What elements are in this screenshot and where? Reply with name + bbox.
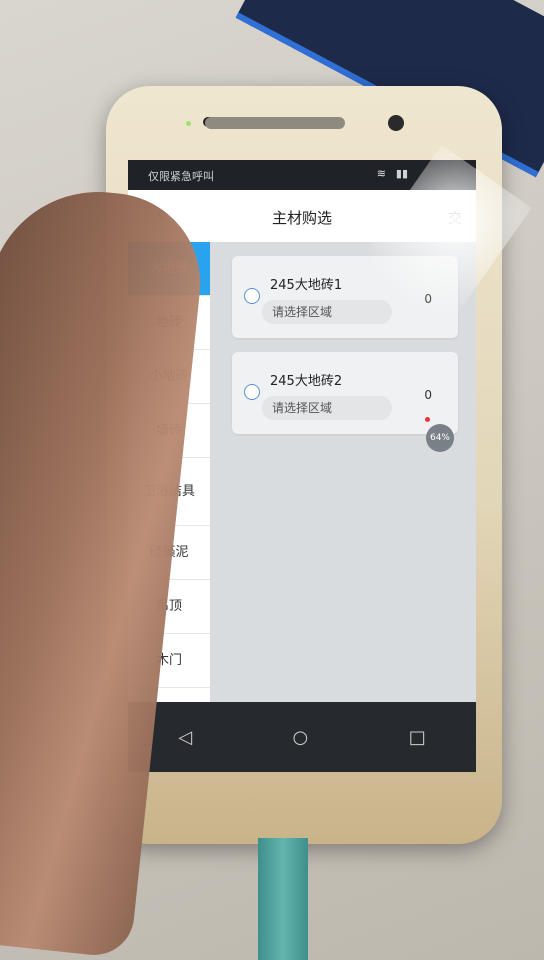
recents-nav-icon[interactable]: □ [409, 727, 426, 748]
light-sensor [186, 121, 191, 126]
product-card[interactable]: 245大地砖2 请选择区域 0 [232, 352, 458, 434]
signal-icon: ▮▮ [395, 167, 408, 180]
home-nav-icon[interactable]: ○ [293, 727, 309, 748]
product-name: 245大地砖1 [270, 278, 343, 293]
product-name: 245大地砖2 [270, 374, 343, 389]
back-nav-icon[interactable]: ◁ [178, 727, 192, 748]
select-radio[interactable] [244, 288, 260, 304]
front-camera [388, 115, 404, 131]
floating-speed-badge[interactable]: 64% [426, 424, 454, 452]
system-nav-bar: ◁ ○ □ [128, 702, 476, 772]
notification-dot [425, 417, 430, 422]
earpiece-speaker [205, 117, 345, 129]
area-select[interactable]: 请选择区域 [262, 396, 392, 420]
quantity-value[interactable]: 0 [424, 388, 432, 402]
usb-cable [258, 838, 308, 960]
wifi-icon: ≋ [376, 167, 386, 180]
select-radio[interactable] [244, 384, 260, 400]
carrier-text: 仅限紧急呼叫 [148, 170, 214, 183]
